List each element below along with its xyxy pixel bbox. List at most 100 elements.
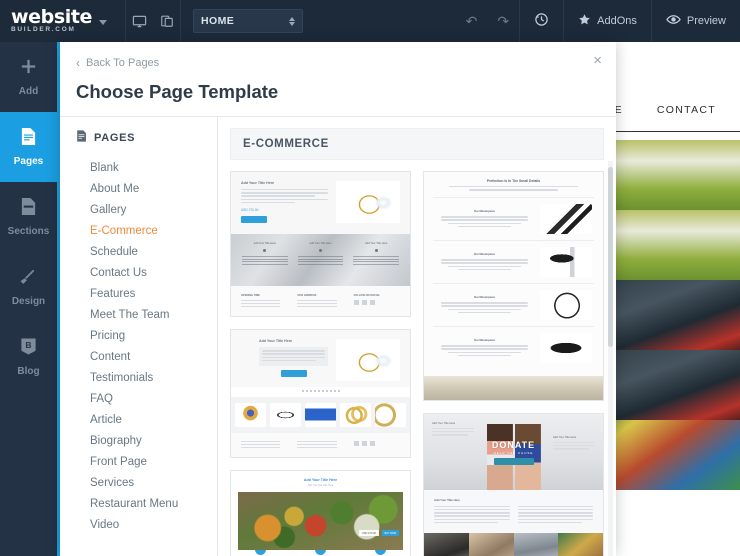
rail-item-design[interactable]: Design	[0, 252, 57, 322]
addons-button[interactable]: AddOns	[564, 0, 651, 42]
row-title: Our Masterpiece	[473, 253, 496, 257]
page-item-testimonials[interactable]: Testimonials	[60, 367, 217, 388]
template-title: Perfection Is In The Small Details	[486, 179, 541, 183]
page-icon	[20, 127, 37, 151]
template-price: USD 270.00	[241, 208, 259, 213]
product-thumb	[340, 403, 371, 428]
logo-main-text: website	[11, 6, 93, 28]
template-card-jewelry[interactable]: Add Your Title Here	[230, 329, 411, 459]
rail-item-label: Pages	[13, 156, 44, 167]
bike-photo	[540, 246, 592, 277]
page-item-gallery[interactable]: Gallery	[60, 199, 217, 220]
blog-b-icon: B	[20, 337, 37, 361]
page-item-pricing[interactable]: Pricing	[60, 325, 217, 346]
pages-list-header-label: PAGES	[94, 131, 136, 144]
footer-heading: OUR ADDRESS	[297, 294, 317, 298]
product-strip	[231, 397, 410, 434]
buy-now-button: BUY NOW	[381, 530, 399, 537]
hero-word: DONATE	[491, 439, 536, 450]
rail-item-add[interactable]: Add	[0, 42, 57, 112]
footer-heading: OPENING TIME	[241, 294, 260, 298]
product-thumb	[270, 403, 301, 428]
back-to-pages-label: Back To Pages	[86, 57, 160, 69]
rail-item-sections[interactable]: Sections	[0, 182, 57, 252]
pages-list-panel: PAGES Blank About Me Gallery E-Commerce …	[60, 117, 218, 556]
desktop-icon[interactable]	[126, 0, 153, 42]
template-card-grocery[interactable]: Add Your Title Here Add Your Sub Title H…	[230, 470, 411, 556]
page-item-features[interactable]: Features	[60, 283, 217, 304]
toolbar-right-group: ↶ ↷ AddOns Preview	[456, 0, 740, 42]
redo-button[interactable]: ↷	[487, 13, 519, 30]
undo-button[interactable]: ↶	[456, 13, 488, 30]
page-item-content[interactable]: Content	[60, 346, 217, 367]
chevron-down-icon[interactable]	[99, 20, 108, 25]
history-button[interactable]	[520, 0, 563, 42]
page-item-blank[interactable]: Blank	[60, 157, 217, 178]
page-selector[interactable]: HOME	[193, 9, 304, 33]
modal-header: ‹ Back To Pages Choose Page Template ×	[60, 42, 616, 116]
template-price: USD 270.00	[358, 530, 379, 537]
product-thumb	[235, 403, 266, 428]
rail-item-blog[interactable]: B Blog	[0, 322, 57, 392]
eye-icon	[666, 12, 681, 30]
page-item-schedule[interactable]: Schedule	[60, 241, 217, 262]
page-icon	[76, 130, 87, 145]
page-item-article[interactable]: Article	[60, 409, 217, 430]
page-item-services[interactable]: Services	[60, 472, 217, 493]
social-icons	[353, 300, 400, 306]
body-title: Add Your Title Here	[434, 497, 460, 502]
template-title: Add Your Title Here	[241, 181, 275, 185]
template-title: Add Your Title Here	[303, 478, 338, 483]
page-item-biography[interactable]: Biography	[60, 430, 217, 451]
city-photo	[424, 375, 603, 400]
side-text-left: Add Your Title Here	[432, 422, 474, 438]
photo-thumb	[513, 532, 559, 556]
brand-logo[interactable]: website BUILDER.COM	[0, 6, 108, 33]
sections-icon	[20, 197, 37, 221]
page-item-front-page[interactable]: Front Page	[60, 451, 217, 472]
template-card-donate[interactable]: Add Your Title Here Add Your Title Here …	[423, 412, 604, 556]
template-card-ring[interactable]: Add Your Title Here USD 270.00 Add Your …	[230, 171, 411, 318]
page-item-about-me[interactable]: About Me	[60, 178, 217, 199]
left-rail: Add Pages Sections Design B Blog	[0, 42, 60, 556]
photo-thumb	[468, 532, 514, 556]
page-item-meet-the-team[interactable]: Meet The Team	[60, 304, 217, 325]
bike-photo	[540, 289, 592, 320]
mobile-icon[interactable]	[153, 0, 180, 42]
template-title: Add Your Title Here	[259, 339, 293, 344]
page-item-e-commerce[interactable]: E-Commerce	[60, 220, 217, 241]
hero-subtitle: HELP THE CAUSE	[493, 450, 534, 455]
scrollbar-thumb[interactable]	[608, 167, 613, 347]
chevron-left-icon: ‹	[76, 56, 80, 70]
page-item-restaurant-menu[interactable]: Restaurant Menu	[60, 493, 217, 514]
choose-page-template-modal: ‹ Back To Pages Choose Page Template × P…	[60, 42, 616, 556]
plus-icon	[19, 57, 38, 81]
rail-item-label: Sections	[7, 226, 50, 237]
page-item-faq[interactable]: FAQ	[60, 388, 217, 409]
feature-band: Add Your Title Here Add Your Title Here …	[231, 234, 410, 287]
close-icon[interactable]: ×	[593, 53, 602, 68]
history-icon	[534, 12, 549, 30]
row-title: Our Masterpiece	[473, 210, 496, 214]
site-nav-item-1[interactable]: CONTACT	[657, 104, 716, 116]
page-item-contact-us[interactable]: Contact Us	[60, 262, 217, 283]
rail-item-pages[interactable]: Pages	[0, 112, 57, 182]
pages-list-header: PAGES	[60, 130, 217, 145]
photo-thumb	[424, 532, 469, 556]
top-toolbar: website BUILDER.COM HOME ↶ ↷ AddOns Prev…	[0, 0, 740, 42]
side-title: Add Your Title Here	[553, 435, 577, 439]
back-to-pages-link[interactable]: ‹ Back To Pages	[76, 57, 159, 69]
stepper-icon[interactable]	[289, 16, 296, 26]
feature-title: Add Your Title Here	[253, 242, 277, 246]
page-selector-value: HOME	[201, 15, 235, 27]
preview-button[interactable]: Preview	[652, 0, 740, 42]
row-title: Our Masterpiece	[473, 296, 496, 300]
template-panel: E-COMMERCE Add Your Title Here USD 270.0…	[218, 117, 616, 556]
template-card-bike[interactable]: Perfection Is In The Small Details Our M…	[423, 171, 604, 401]
product-thumb	[375, 403, 406, 428]
rail-item-label: Add	[18, 86, 39, 97]
preview-label: Preview	[686, 15, 726, 27]
feature-title: Add Your Title Here	[365, 242, 388, 246]
page-item-video[interactable]: Video	[60, 514, 217, 535]
modal-title: Choose Page Template	[76, 81, 279, 102]
